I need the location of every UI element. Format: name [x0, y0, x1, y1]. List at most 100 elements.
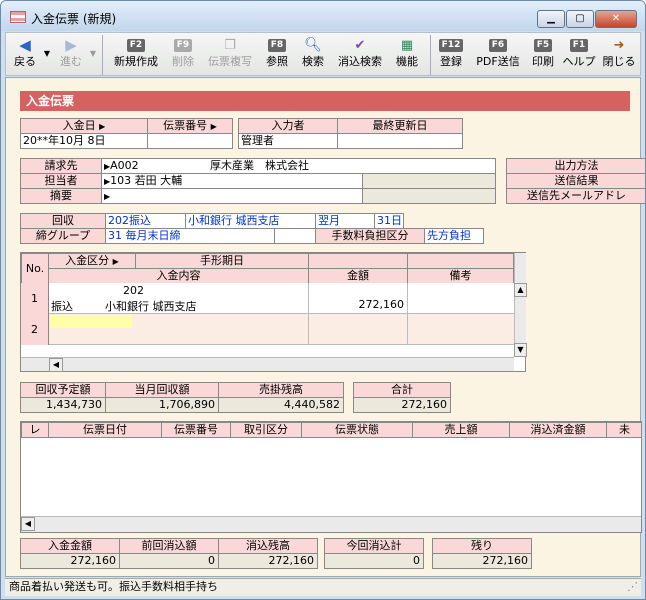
grid-vertical-scrollbar[interactable]: ▲ ▼ — [514, 253, 527, 357]
f8-key-icon: F8 — [267, 39, 287, 52]
arrow-right-icon: ▶ — [104, 192, 111, 201]
scroll-down-icon: ▼ — [514, 343, 527, 357]
rest-value: 272,160 — [432, 553, 532, 569]
collection-day-field[interactable]: 31日 — [374, 213, 404, 229]
recon-col-unreconciled: 未 — [606, 422, 641, 438]
f9-key-icon: F9 — [173, 39, 193, 52]
recon-horizontal-scrollbar[interactable]: ◀ — [21, 516, 641, 532]
title-bar: 入金伝票 (新規) ▁ ▢ ✕ — [1, 1, 645, 31]
pdf-send-button[interactable]: F6 PDF送信 — [470, 36, 526, 74]
section-title: 入金伝票 — [20, 91, 630, 111]
month-value: 1,706,890 — [105, 397, 219, 413]
updated-field — [337, 133, 463, 149]
table-row[interactable]: 1 202 振込 小和銀行 城西支店 272,160 — [21, 283, 514, 314]
recon-col-check: レ — [21, 422, 49, 438]
grid-horizontal-scrollbar[interactable]: ◀ — [21, 357, 514, 372]
send-email-button[interactable]: 送信先メールアドレ — [506, 188, 645, 204]
arrow-left-icon: ◀ — [19, 36, 31, 54]
send-result-button[interactable]: 送信結果 — [506, 173, 645, 189]
fee-field[interactable]: 先方負担 — [424, 228, 484, 244]
group-field[interactable]: 31 毎月末日締 — [105, 228, 275, 244]
back-button[interactable]: ◀ 戻る — [8, 36, 42, 74]
collection-month-field[interactable]: 翌月 — [315, 213, 375, 229]
f5-key-icon: F5 — [533, 39, 553, 52]
collection-bank-field[interactable]: 小和銀行 城西支店 — [185, 213, 316, 229]
scroll-up-icon: ▲ — [514, 283, 527, 297]
form-area: 入金伝票 入金日 ▶ 伝票番号 ▶ 入力者 最終更新日 20**年10月 8日 … — [5, 77, 645, 577]
group-extra-field — [274, 228, 316, 244]
arrow-right-icon: ▶ — [112, 257, 119, 266]
search-icon: 🔍︎ — [304, 37, 322, 53]
staff-field[interactable]: ▶103 若田 大輔 — [101, 173, 363, 189]
slip-no-field[interactable] — [147, 133, 233, 149]
date-field[interactable]: 20**年10月 8日 — [20, 133, 148, 149]
table-row[interactable]: 2 — [21, 314, 514, 345]
collection-method-field[interactable]: 202振込 — [105, 213, 186, 229]
arrow-right-icon: ▶ — [65, 36, 77, 54]
col-content: 入金内容 — [48, 268, 309, 284]
customer-field[interactable]: ▶A002 厚木産業 株式会社 — [101, 158, 496, 174]
deposit-label: 入金金額 — [20, 538, 120, 554]
planned-label: 回収予定額 — [20, 382, 106, 398]
date-label: 入金日 ▶ — [20, 118, 148, 134]
arrow-right-icon: ▶ — [210, 122, 217, 131]
customer-label: 請求先 — [20, 158, 102, 174]
help-button[interactable]: F1 ヘルプ — [560, 36, 598, 74]
delete-button[interactable]: F9 削除 — [166, 36, 200, 74]
reconcile-search-button[interactable]: ✔ 消込検索 — [332, 36, 388, 74]
copy-slip-button[interactable]: ❐ 伝票複写 — [202, 36, 258, 74]
output-method-button[interactable]: 出力方法 — [506, 158, 645, 174]
col-amount-top — [308, 253, 408, 269]
fee-label: 手数料負担区分 — [315, 228, 425, 244]
function-icon: ▦ — [400, 38, 414, 53]
balance-label: 売掛残高 — [218, 382, 344, 398]
minimize-button[interactable]: ▁ — [537, 10, 565, 28]
summary-extra-field — [362, 188, 496, 204]
deposit-value: 272,160 — [20, 553, 120, 569]
input-user-field: 管理者 — [238, 133, 338, 149]
recon-col-status: 伝票状態 — [301, 422, 413, 438]
prev-value: 0 — [119, 553, 219, 569]
app-icon — [10, 11, 26, 23]
toolbar: ◀ 戻る ▼ ▶ 進む ▼ F2 新規作成 F9 削除 ❐ 伝票複写 F8 参照… — [5, 32, 641, 76]
app-window: 入金伝票 (新規) ▁ ▢ ✕ ◀ 戻る ▼ ▶ 進む ▼ F2 新規作成 F9… — [0, 0, 646, 600]
status-bar: 商品着払い発送も可。振込手数料相手持ち ⋰ — [5, 578, 641, 596]
function-button[interactable]: ▦ 機能 — [390, 36, 424, 74]
arrow-right-icon: ▶ — [99, 122, 106, 131]
maximize-button[interactable]: ▢ — [566, 10, 594, 28]
col-amount: 金額 — [308, 268, 408, 284]
resize-grip-icon[interactable]: ⋰ — [627, 579, 638, 595]
type-input-cell[interactable] — [50, 315, 132, 328]
remain-value: 272,160 — [218, 553, 318, 569]
prev-label: 前回消込額 — [119, 538, 219, 554]
total-label: 合計 — [353, 382, 451, 398]
register-button[interactable]: F12 登録 — [434, 36, 468, 74]
f6-key-icon: F6 — [488, 39, 508, 52]
back-history-dropdown[interactable]: ▼ — [42, 36, 52, 74]
recon-col-sales: 売上額 — [412, 422, 510, 438]
scroll-left-icon: ◀ — [49, 358, 63, 372]
summary-field[interactable]: ▶ — [101, 188, 363, 204]
close-button[interactable]: ➜ 閉じる — [600, 36, 638, 74]
reference-button[interactable]: F8 参照 — [260, 36, 294, 74]
print-button[interactable]: F5 印刷 — [526, 36, 560, 74]
balance-value: 4,440,582 — [218, 397, 344, 413]
detail-grid: No. 入金区分 ▶ 手形期日 入金内容 金額 備考 1 202 振込 小和銀行… — [20, 252, 527, 372]
search-button[interactable]: 🔍︎ 検索 — [296, 36, 330, 74]
forward-history-dropdown[interactable]: ▼ — [88, 36, 98, 74]
reconcile-search-icon: ✔ — [354, 38, 366, 53]
f2-key-icon: F2 — [126, 39, 146, 52]
remain-label: 消込残高 — [218, 538, 318, 554]
recon-col-type: 取引区分 — [230, 422, 302, 438]
col-due: 手形期日 — [135, 253, 309, 269]
month-label: 当月回収額 — [105, 382, 219, 398]
now-value: 0 — [324, 553, 424, 569]
close-window-button[interactable]: ✕ — [595, 10, 637, 28]
col-type: 入金区分 ▶ — [48, 253, 136, 269]
collection-label: 回収 — [20, 213, 106, 229]
col-no: No. — [21, 253, 49, 284]
new-button[interactable]: F2 新規作成 — [108, 36, 164, 74]
forward-button[interactable]: ▶ 進む — [54, 36, 88, 74]
rest-label: 残り — [432, 538, 532, 554]
col-memo-top — [407, 253, 514, 269]
